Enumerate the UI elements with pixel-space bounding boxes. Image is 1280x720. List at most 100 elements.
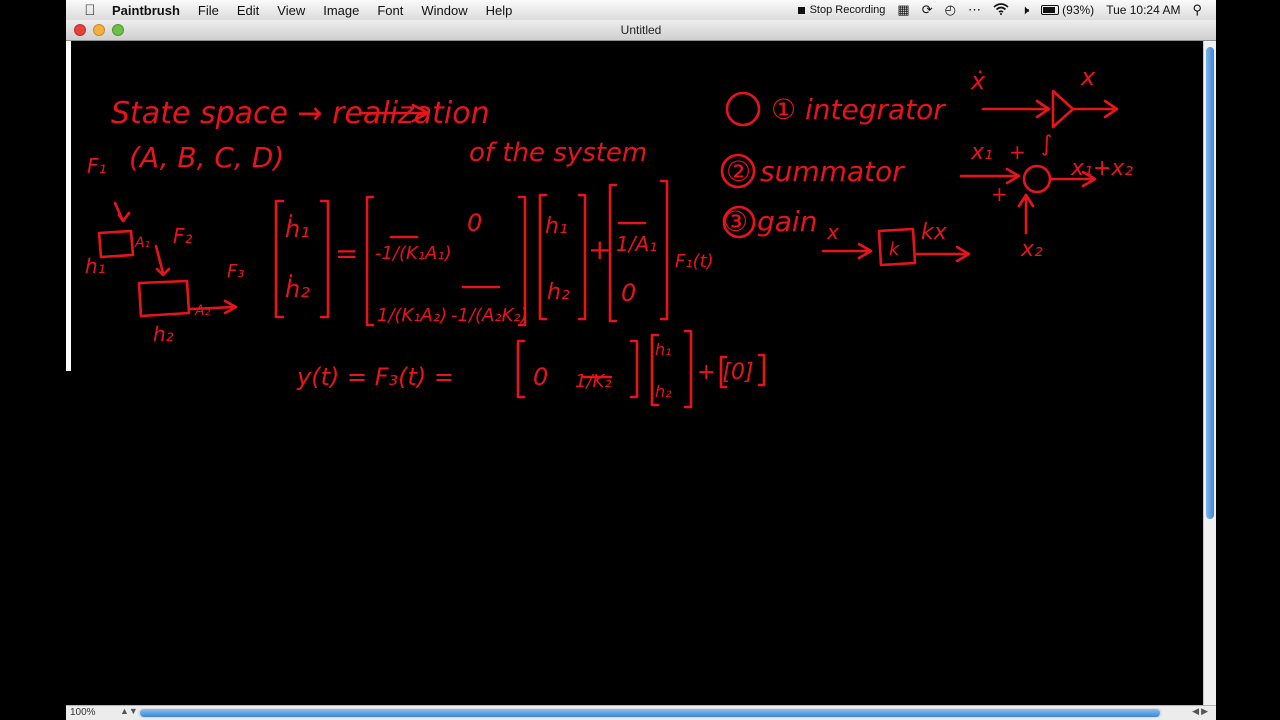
bracket-c-left <box>516 339 526 399</box>
sync-icon[interactable]: ⟳ <box>922 2 933 18</box>
menu-edit[interactable]: Edit <box>228 3 268 18</box>
clock[interactable]: Tue 10:24 AM <box>1106 3 1180 17</box>
summator-label-x2: x₂ <box>1020 237 1043 262</box>
title-bar[interactable]: Untitled <box>66 20 1216 41</box>
xo-entry-h1: h₁ <box>655 340 672 359</box>
zoom-stepper-icon[interactable]: ▲▼ <box>120 706 138 716</box>
menu-image[interactable]: Image <box>314 3 368 18</box>
a12-entry: 0 <box>467 209 482 237</box>
bracket-lhs-left <box>274 199 285 319</box>
integrator-in-arrow <box>981 99 1051 119</box>
heading-abcd-text: (A, B, C, D) <box>129 141 284 174</box>
drawing-canvas[interactable]: State space → realization (A, B, C, D) o… <box>71 41 1203 705</box>
summator-in-arrow <box>959 167 1021 185</box>
more-icon[interactable]: ⋯ <box>968 2 981 18</box>
zoom-level-field[interactable]: 100% <box>70 707 120 718</box>
x-entry-h2: h₂ <box>547 280 570 305</box>
plus-sign: + <box>588 233 611 266</box>
bracket-a-left <box>365 195 375 327</box>
heading-left-text: State space → realization <box>111 96 490 131</box>
vertical-scroll-thumb[interactable] <box>1206 47 1214 519</box>
flow-arrow-1 <box>154 244 171 277</box>
wifi-icon[interactable] <box>993 2 1009 18</box>
bracket-xo-right <box>683 329 693 409</box>
integrator-triangle <box>1051 89 1075 129</box>
gain-label-kx: kx <box>921 220 948 245</box>
menu-window[interactable]: Window <box>412 3 476 18</box>
horizontal-scrollbar[interactable] <box>138 708 1162 718</box>
spotlight-search-icon[interactable]: ⚲ <box>1192 2 1202 18</box>
gain-out-arrow <box>915 245 971 263</box>
inflow-arrow <box>113 201 131 223</box>
scroll-arrows-icon[interactable]: ◀▶ <box>1192 706 1210 717</box>
display-mirror-icon[interactable]: ▦ <box>897 2 909 18</box>
c1-entry: 0 <box>533 363 548 391</box>
x-entry-h1: h₁ <box>545 214 568 239</box>
tank-label-h2: h₂ <box>153 322 174 346</box>
tank-2-shape <box>137 279 191 318</box>
circle-1-shape <box>725 91 761 127</box>
menu-font[interactable]: Font <box>368 3 412 18</box>
bracket-b-right <box>659 179 669 321</box>
b1-entry: 1/A₁ <box>616 232 657 256</box>
tank-label-f3: F₃ <box>227 261 245 282</box>
d-term: + [0] <box>697 360 754 385</box>
gain-in-arrow <box>821 242 873 260</box>
bracket-d-right <box>757 353 766 387</box>
stop-recording-item[interactable]: Stop Recording <box>797 4 886 16</box>
input-f1: F₁(t) <box>675 251 714 272</box>
lhs-hdot2: ḣ₂ <box>285 273 310 303</box>
summator-label-sum: x₁+x₂ <box>1070 156 1133 181</box>
summator-label-plus-top: + <box>1009 140 1026 164</box>
integrator-label-x: x <box>1080 63 1096 91</box>
battery-item[interactable]: (93%) <box>1041 3 1094 17</box>
vertical-scrollbar[interactable] <box>1203 41 1216 705</box>
list-item-summator: ② summator <box>726 155 905 188</box>
menu-bar:  Paintbrush File Edit View Image Font W… <box>66 0 1216 21</box>
tank-label-f2: F₂ <box>173 224 193 248</box>
battery-percent: (93%) <box>1062 3 1095 17</box>
tank-label-h1: h₁ <box>85 254 106 278</box>
gain-label-x: x <box>826 220 839 244</box>
tank-label-f1: F₁ <box>87 154 107 178</box>
bracket-c-right <box>629 339 639 399</box>
battery-icon <box>1041 5 1060 15</box>
gain-label-k: k <box>889 239 901 260</box>
b2-entry: 0 <box>621 279 636 307</box>
menu-app-name[interactable]: Paintbrush <box>102 3 189 18</box>
stop-recording-label: Stop Recording <box>809 4 886 16</box>
equals-sign: = <box>335 237 358 270</box>
volume-icon[interactable]: 🕨 <box>1021 2 1029 18</box>
integrator-label-integral: ∫ <box>1041 132 1052 157</box>
output-lhs: y(t) = F₃(t) = <box>296 363 454 391</box>
paintbrush-window: Untitled State space → realization (A, B… <box>66 20 1216 720</box>
a22-entry: -1/(A₂K₂) <box>451 305 528 326</box>
a11-entry: -1/(K₁A₁) <box>375 243 452 264</box>
integrator-out-arrow <box>1071 99 1119 119</box>
menu-view[interactable]: View <box>268 3 314 18</box>
status-area: Stop Recording ▦ ⟳ ◴ ⋯ 🕨 (93%) Tue 10:24… <box>797 2 1216 18</box>
bracket-x-right <box>577 193 587 321</box>
xo-entry-h2: h₂ <box>655 382 672 401</box>
summator-up-arrow <box>1017 193 1035 235</box>
tank-label-a1: A₁ <box>134 235 150 251</box>
window-title: Untitled <box>620 23 662 37</box>
stop-icon <box>797 6 805 14</box>
lhs-hdot1: ḣ₁ <box>285 213 310 243</box>
horizontal-scroll-thumb[interactable] <box>140 709 1160 717</box>
tank-label-a2: A₂ <box>194 303 211 319</box>
bottom-status-bar: 100% ▲▼ ◀▶ <box>66 705 1216 720</box>
list-item-gain: ③ gain <box>723 205 817 238</box>
time-machine-icon[interactable]: ◴ <box>945 2 956 18</box>
summator-label-plus-bottom: + <box>991 182 1008 206</box>
screen:  Paintbrush File Edit View Image Font W… <box>0 0 1280 720</box>
apple-icon[interactable]:  <box>78 2 102 19</box>
list-item-integrator: ① integrator <box>771 93 946 126</box>
bracket-lhs-right <box>319 199 330 319</box>
c2-entry: 1/K₂ <box>575 371 612 392</box>
menu-file[interactable]: File <box>189 3 228 18</box>
menu-help[interactable]: Help <box>477 3 522 18</box>
summator-label-x1: x₁ <box>970 140 993 165</box>
a21-entry: 1/(K₁A₂) <box>377 305 447 326</box>
summator-circle <box>1022 164 1052 194</box>
